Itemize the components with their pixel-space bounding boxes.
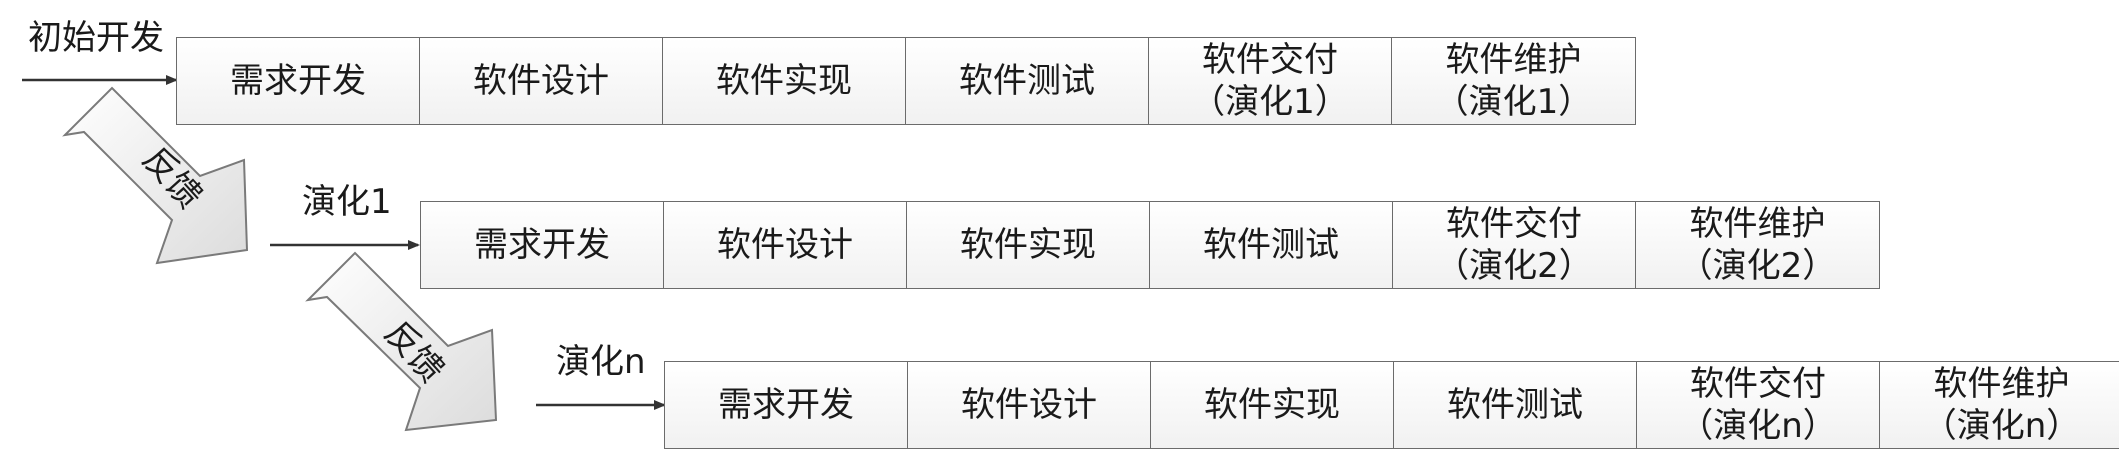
stage-delivery: 软件交付 （演化n） — [1637, 362, 1880, 448]
stage-delivery: 软件交付 （演化1） — [1149, 38, 1392, 124]
stage-testing: 软件测试 — [906, 38, 1149, 124]
stage-testing: 软件测试 — [1394, 362, 1637, 448]
stage-maintenance: 软件维护 （演化2） — [1678, 204, 1837, 286]
evon-label: 演化n — [556, 342, 646, 382]
stage-maintenance: 软件维护 （演化n） — [1922, 364, 2081, 446]
stage-requirements: 需求开发 — [421, 202, 664, 288]
process-row-1: 需求开发 软件设计 软件实现 软件测试 软件交付 （演化1） 软件维护 （演化1） — [176, 37, 1636, 125]
stage-maintenance: 软件维护 （演化1） — [1434, 40, 1593, 122]
stage-requirements: 需求开发 — [177, 38, 420, 124]
stage-delivery: 软件交付 （演化2） — [1393, 202, 1636, 288]
process-row-2: 需求开发 软件设计 软件实现 软件测试 软件交付 （演化2） 软件维护 （演化2） — [420, 201, 1880, 289]
stage-design: 软件设计 — [664, 202, 907, 288]
stage-implementation: 软件实现 — [663, 38, 906, 124]
stage-testing: 软件测试 — [1150, 202, 1393, 288]
process-row-3: 需求开发 软件设计 软件实现 软件测试 软件交付 （演化n） 软件维护 （演化n） — [664, 361, 2119, 449]
stage-implementation: 软件实现 — [1151, 362, 1394, 448]
stage-design: 软件设计 — [420, 38, 663, 124]
stage-design: 软件设计 — [908, 362, 1151, 448]
stage-requirements: 需求开发 — [665, 362, 908, 448]
start-label: 初始开发 — [28, 18, 164, 58]
stage-implementation: 软件实现 — [907, 202, 1150, 288]
evo1-label: 演化1 — [302, 182, 392, 222]
